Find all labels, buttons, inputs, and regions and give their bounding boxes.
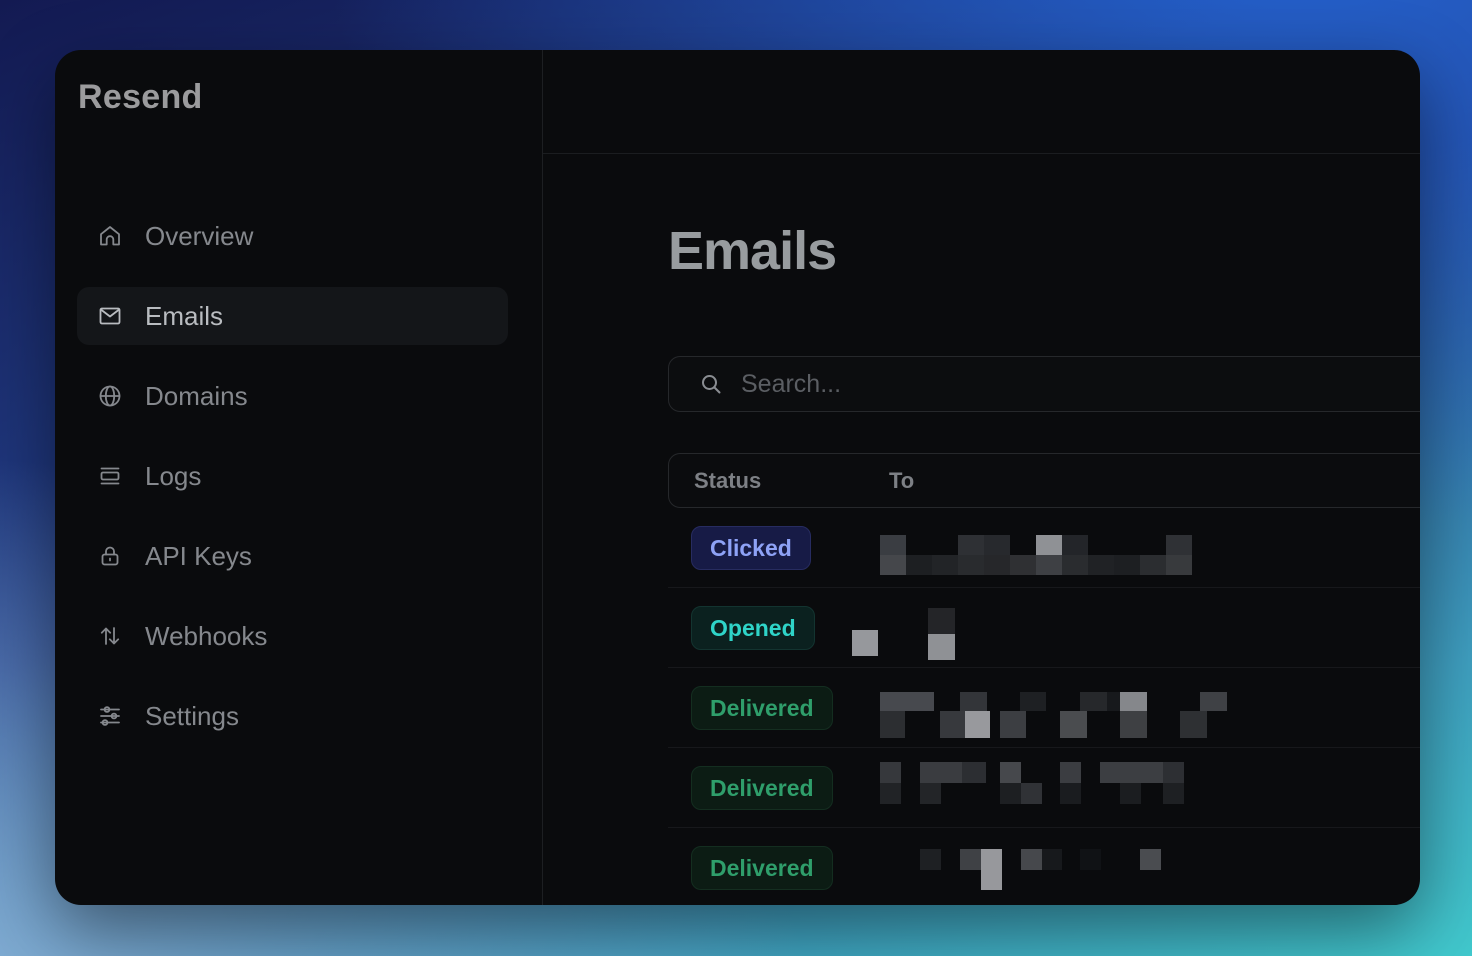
page-title: Emails: [668, 224, 1420, 278]
table-row[interactable]: Delivered: [668, 748, 1420, 828]
column-header-status: Status: [694, 468, 889, 494]
mail-icon: [97, 303, 123, 329]
status-badge: Delivered: [691, 846, 833, 890]
topbar: [543, 50, 1420, 154]
table-row[interactable]: Opened: [668, 588, 1420, 668]
sidebar-item-overview[interactable]: Overview: [77, 207, 508, 265]
sidebar-item-label: API Keys: [145, 541, 252, 572]
sidebar-item-domains[interactable]: Domains: [77, 367, 508, 425]
globe-icon: [97, 383, 123, 409]
app-window: Resend Overview Emails: [55, 50, 1420, 905]
status-badge: Opened: [691, 606, 815, 650]
sidebar-item-label: Emails: [145, 301, 223, 332]
status-badge: Clicked: [691, 526, 811, 570]
table-header: Status To: [668, 453, 1420, 508]
status-badge: Delivered: [691, 686, 833, 730]
search-box[interactable]: [668, 356, 1420, 412]
table-row[interactable]: Delivered: [668, 668, 1420, 748]
sidebar-item-label: Overview: [145, 221, 253, 252]
emails-table: Status To Clicked Opened Delivered Deliv…: [668, 453, 1420, 905]
logs-icon: [97, 463, 123, 489]
main-content: Emails Status To Clicked Open: [543, 154, 1420, 905]
sidebar-item-api-keys[interactable]: API Keys: [77, 527, 508, 585]
main-area: Emails Status To Clicked Open: [543, 50, 1420, 905]
sidebar-item-label: Domains: [145, 381, 248, 412]
sidebar-item-logs[interactable]: Logs: [77, 447, 508, 505]
sliders-icon: [97, 703, 123, 729]
sidebar-item-settings[interactable]: Settings: [77, 687, 508, 745]
sidebar-item-emails[interactable]: Emails: [77, 287, 508, 345]
status-badge: Delivered: [691, 766, 833, 810]
home-icon: [97, 223, 123, 249]
table-row[interactable]: Clicked: [668, 508, 1420, 588]
brand-logo[interactable]: Resend: [78, 78, 542, 117]
sidebar-item-label: Webhooks: [145, 621, 267, 652]
table-row[interactable]: Delivered: [668, 828, 1420, 905]
sidebar-item-webhooks[interactable]: Webhooks: [77, 607, 508, 665]
sidebar-item-label: Logs: [145, 461, 201, 492]
sidebar-item-label: Settings: [145, 701, 239, 732]
sidebar-nav: Overview Emails Domains: [55, 207, 542, 745]
search-icon: [699, 372, 723, 396]
sidebar: Resend Overview Emails: [55, 50, 543, 905]
arrows-up-down-icon: [97, 623, 123, 649]
lock-icon: [97, 543, 123, 569]
column-header-to: To: [889, 468, 914, 494]
search-input[interactable]: [739, 369, 1420, 400]
